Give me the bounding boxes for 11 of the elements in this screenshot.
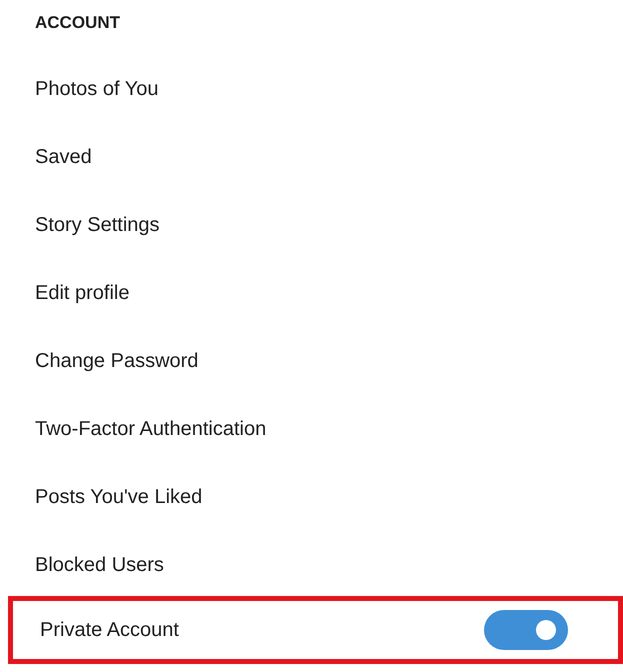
menu-item[interactable]: Posts You've Liked (35, 482, 202, 512)
menu-item[interactable]: Two-Factor Authentication (35, 414, 266, 444)
menu-item[interactable]: Story Settings (35, 210, 160, 240)
menu-item[interactable]: Saved (35, 142, 92, 172)
menu-item[interactable]: Change Password (35, 346, 198, 376)
menu-item[interactable]: Blocked Users (35, 550, 164, 580)
setting-label: Private Account (40, 618, 179, 643)
menu-item[interactable]: Photos of You (35, 74, 158, 104)
menu-item[interactable]: Edit profile (35, 278, 130, 308)
section-heading: ACCOUNT (35, 13, 120, 32)
toggle-switch[interactable] (484, 610, 568, 650)
